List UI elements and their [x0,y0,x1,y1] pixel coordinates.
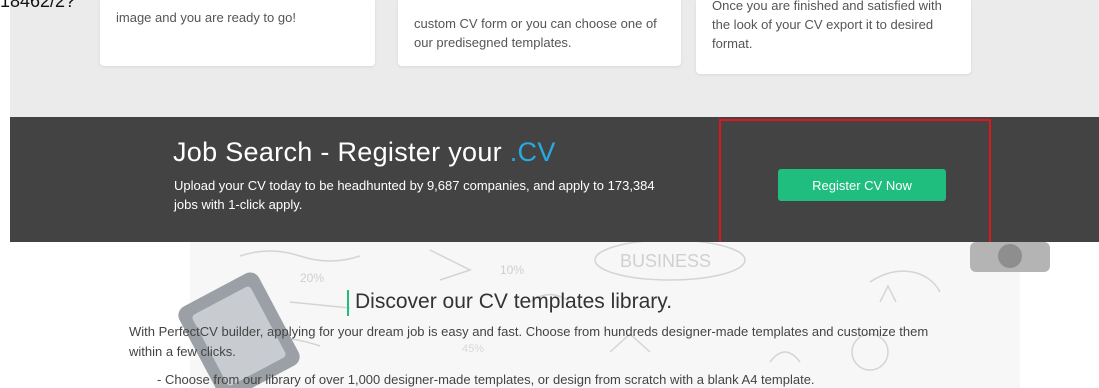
doodle-background-image: BUSINESS 20% 10% 45% [178,242,1050,388]
templates-library-title: Discover our CV templates library. [355,290,673,313]
sketch-word-percent-b: 10% [500,263,524,277]
feature-card-upload: image and you are ready to go! [100,0,375,66]
job-search-description: Upload your CV today to be headhunted by… [174,178,655,212]
templates-library-description: With PerfectCV builder, applying for you… [129,324,929,359]
register-cv-button[interactable]: Register CV Now [778,169,946,201]
templates-section-background: BUSINESS 20% 10% 45% [10,242,1099,388]
feature-card-templates: custom CV form or you can choose one of … [398,0,681,66]
feature-card-text: image and you are ready to go! [116,10,296,25]
feature-card-export: Once you are finished and satisfied with… [696,0,971,74]
feature-card-text: Once you are finished and satisfied with… [712,0,942,51]
sketch-word-percent-a: 20% [300,271,324,285]
camera-doodle [970,242,1050,272]
job-search-title-prefix: Job Search - Register your [173,137,510,167]
feature-card-text: custom CV form or you can choose one of … [414,16,657,50]
page: 18462/2? image and you are ready to go! … [0,0,1099,388]
job-search-title-accent: .CV [509,137,556,167]
job-search-title: Job Search - Register your .CV [173,137,556,168]
sketch-word-business: BUSINESS [620,251,711,271]
cropped-label: 18462/2? [0,0,76,11]
templates-library-bullet: - Choose from our library of over 1,000 … [157,372,815,387]
